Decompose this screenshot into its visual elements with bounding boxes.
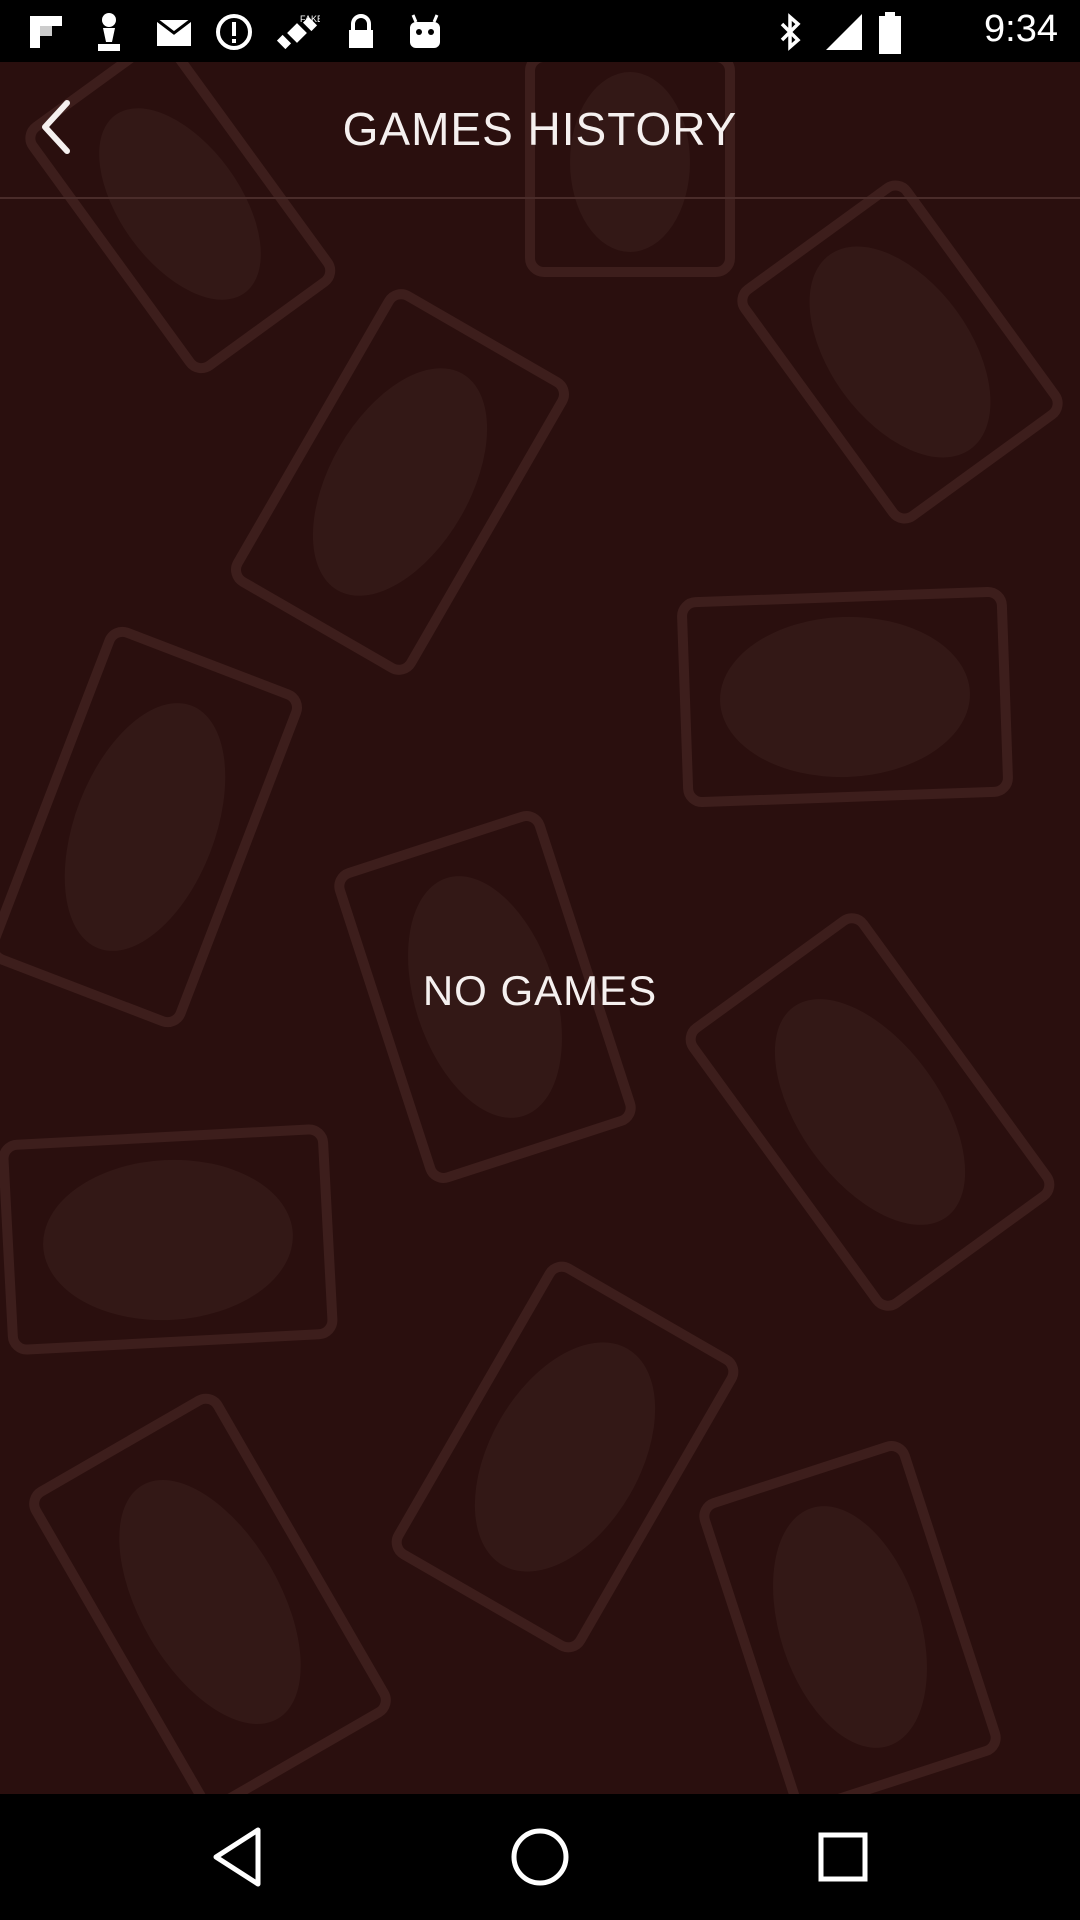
app-header: GAMES HISTORY [0, 62, 1080, 199]
background-card [737, 180, 1063, 524]
mail-icon [156, 18, 192, 46]
back-button[interactable] [22, 92, 92, 162]
background-card [677, 586, 1013, 808]
recents-square-icon[interactable] [808, 1822, 878, 1892]
bluetooth-icon [780, 13, 801, 51]
back-triangle-icon[interactable] [203, 1822, 273, 1892]
flipboard-icon [30, 16, 62, 48]
satellite-icon: FAKE [276, 14, 320, 50]
background-card [231, 289, 569, 675]
status-bar: FAKE 9:34 [0, 0, 1080, 62]
background-card [29, 1393, 391, 1794]
info-icon [216, 14, 252, 50]
empty-state-message: NO GAMES [422, 967, 658, 1014]
navigation-bar [0, 1794, 1080, 1920]
svg-text:FAKE: FAKE [300, 14, 320, 24]
android-icon [410, 14, 440, 48]
background-card [0, 1124, 338, 1355]
background-card [391, 1261, 739, 1653]
lock-icon [349, 14, 373, 48]
chevron-left-icon [42, 100, 70, 154]
page-title: GAMES HISTORY [342, 103, 738, 155]
chess-pawn-icon [98, 13, 120, 51]
app-screen: GAMES HISTORY NO GAMES [0, 62, 1080, 1794]
status-time: 9:34 [984, 8, 1058, 50]
signal-icon [826, 14, 862, 50]
card-pattern-background [0, 62, 1063, 1794]
background-card [699, 1441, 1001, 1794]
home-circle-icon[interactable] [505, 1822, 575, 1892]
battery-icon [879, 12, 901, 54]
